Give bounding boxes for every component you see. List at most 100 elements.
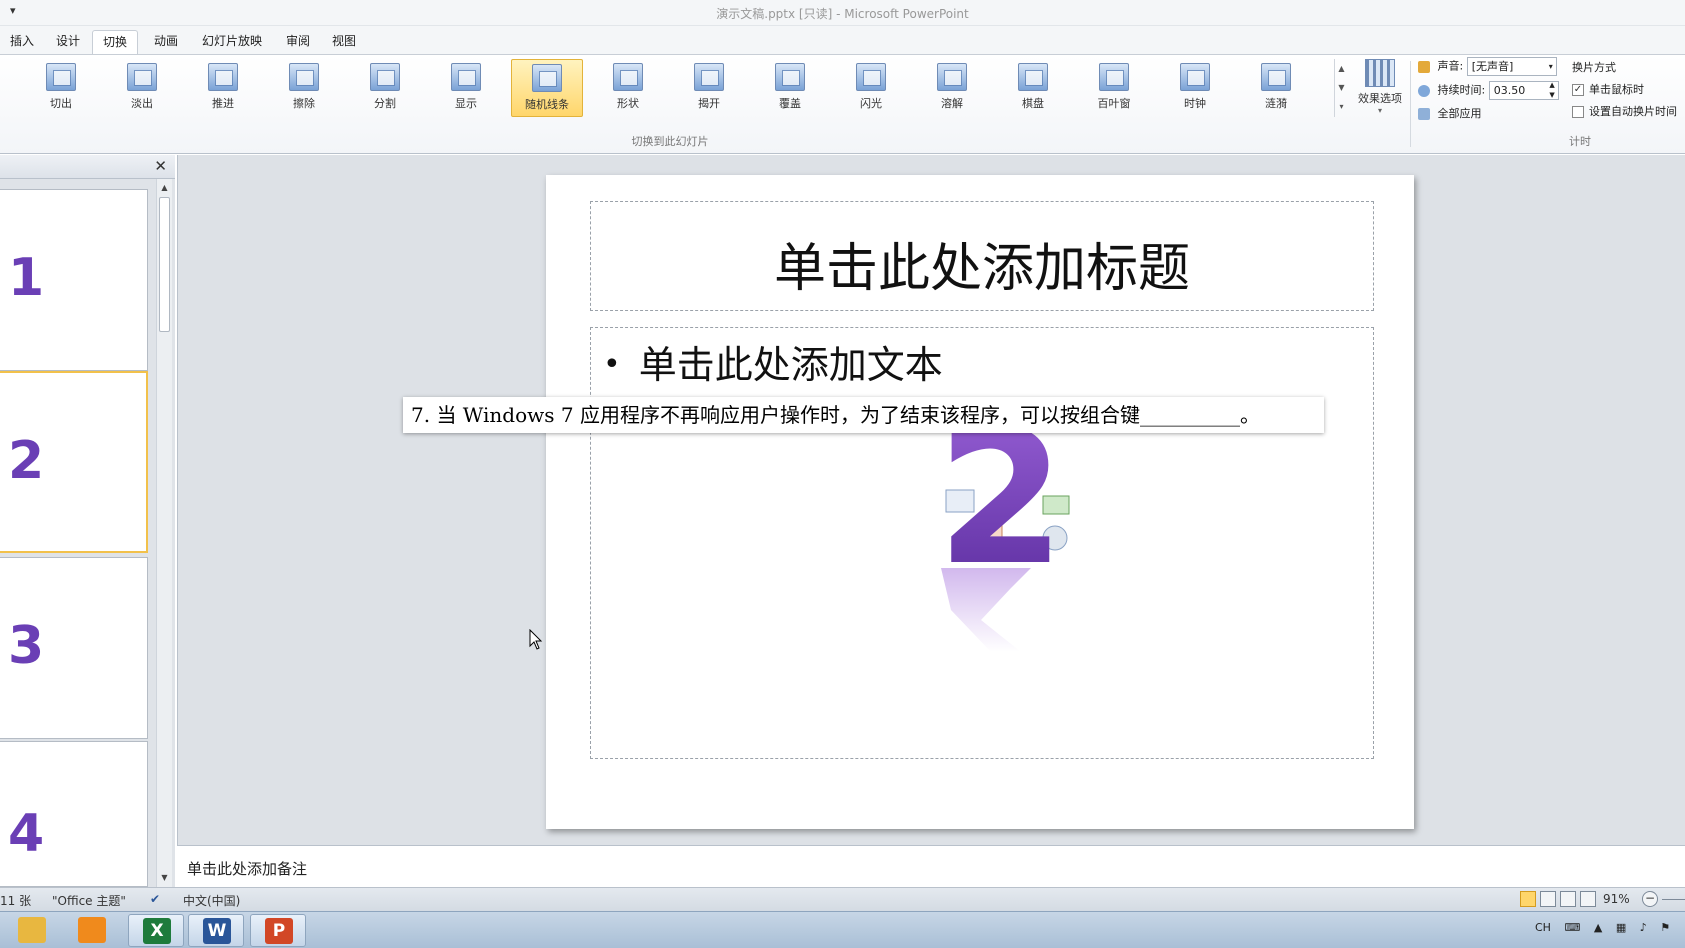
slide-show-view-icon[interactable] — [1580, 891, 1596, 907]
transition-dissolve-button[interactable]: 溶解 — [916, 59, 988, 117]
slide-thumbnail[interactable]: 1 — [0, 189, 148, 371]
title-bar: ▾ 演示文稿.pptx [只读] - Microsoft PowerPoint — [0, 0, 1685, 26]
taskbar-media-player-button[interactable] — [64, 914, 120, 947]
taskbar-word-button[interactable]: W — [188, 914, 244, 947]
group-divider — [1410, 61, 1411, 147]
duration-input[interactable]: 03.50 ▲ ▼ — [1488, 80, 1559, 100]
notes-pane[interactable]: 单击此处添加备注 — [177, 845, 1685, 887]
transition-label: 显示 — [455, 97, 477, 110]
tab-animations[interactable]: 动画 — [144, 30, 188, 54]
tab-transitions[interactable]: 切换 — [92, 30, 139, 54]
on-click-check-icon[interactable]: ✓ — [1572, 84, 1584, 96]
slide-sorter-view-icon[interactable] — [1540, 891, 1556, 907]
thumbnail-number: 2 — [8, 431, 45, 491]
input-language[interactable]: CH — [1535, 921, 1551, 934]
slide-thumbnail[interactable]: 3 — [0, 557, 148, 739]
transition-label: 百叶窗 — [1097, 97, 1131, 110]
window-title: 演示文稿.pptx [只读] - Microsoft PowerPoint — [716, 7, 969, 21]
gallery-up-icon[interactable]: ▲ — [1335, 59, 1348, 78]
gallery-more-icon[interactable]: ▾ — [1335, 97, 1348, 116]
spellcheck-icon[interactable]: ✔ — [150, 892, 160, 906]
auto-advance-checkbox[interactable]: 设置自动换片时间 — [1572, 103, 1677, 119]
transition-fade-button[interactable]: 淡出 — [106, 59, 178, 117]
transition-push-button[interactable]: 推进 — [187, 59, 259, 117]
flag-icon[interactable]: ⚑ — [1660, 921, 1670, 934]
zoom-slider[interactable] — [1662, 899, 1685, 900]
tab-insert[interactable]: 插入 — [0, 30, 44, 54]
taskbar-excel-button[interactable]: X — [128, 914, 184, 947]
push-transition-icon — [208, 63, 238, 91]
transition-label: 淡出 — [131, 97, 153, 110]
reading-view-icon[interactable] — [1560, 891, 1576, 907]
random-bars-transition-icon — [532, 64, 562, 92]
zoom-out-icon[interactable]: − — [1642, 891, 1658, 907]
timing-group-label: 计时 — [1569, 135, 1591, 148]
content-placeholder[interactable]: • 单击此处添加文本 2 — [590, 327, 1374, 759]
transition-label: 切出 — [50, 97, 72, 110]
zoom-level[interactable]: 91% — [1603, 892, 1630, 906]
scroll-down-icon[interactable]: ▼ — [157, 871, 172, 885]
slide-count: 11 张 — [0, 894, 32, 908]
slide-thumbnail[interactable]: 2 — [0, 371, 148, 553]
scroll-up-icon[interactable]: ▲ — [157, 181, 172, 195]
tab-view[interactable]: 视图 — [322, 30, 366, 54]
duration-value: 03.50 — [1493, 84, 1526, 97]
scroll-handle[interactable] — [159, 197, 170, 332]
taskbar-powerpoint-button[interactable]: P — [250, 914, 306, 947]
transition-random-bars-button[interactable]: 随机线条 — [511, 59, 583, 117]
stepper-icon[interactable]: ▲ ▼ — [1549, 80, 1554, 100]
apply-all-button[interactable]: 全部应用 — [1418, 105, 1482, 121]
reveal-transition-icon — [451, 63, 481, 91]
graphic-reflection — [941, 568, 1031, 652]
gallery-down-icon[interactable]: ▼ — [1335, 78, 1348, 97]
effect-options-label: 效果选项 — [1358, 92, 1402, 105]
transition-split-button[interactable]: 分割 — [349, 59, 421, 117]
ribbon-tabs: 插入 设计 切换 动画 幻灯片放映 审阅 视图 — [0, 26, 1685, 54]
network-icon[interactable]: ▦ — [1616, 921, 1626, 934]
content-insert-icons[interactable]: 2 — [931, 420, 1071, 670]
transition-cover-button[interactable]: 覆盖 — [754, 59, 826, 117]
thumbnail-number: 3 — [8, 616, 45, 676]
transition-checkerboard-button[interactable]: 棋盘 — [997, 59, 1069, 117]
transition-label: 涟漪 — [1265, 97, 1287, 110]
slide-thumbnail[interactable]: 4 — [0, 741, 148, 887]
tab-design[interactable]: 设计 — [46, 30, 90, 54]
close-icon[interactable]: ✕ — [154, 157, 167, 175]
keyboard-icon[interactable]: ⌨ — [1564, 921, 1580, 934]
auto-advance-label: 设置自动换片时间 — [1589, 105, 1677, 118]
slide-canvas: 单击此处添加标题 • 单击此处添加文本 2 — [546, 175, 1414, 829]
transition-ripple-button[interactable]: 涟漪 — [1240, 59, 1312, 117]
thumbnail-scrollbar[interactable]: ▲ ▼ — [156, 179, 172, 887]
transition-label: 覆盖 — [779, 97, 801, 110]
transition-cut-button[interactable]: 切出 — [25, 59, 97, 117]
on-mouse-click-checkbox[interactable]: ✓ 单击鼠标时 — [1572, 81, 1644, 97]
language-indicator[interactable]: 中文(中国) — [183, 892, 240, 909]
auto-advance-check-icon[interactable] — [1572, 106, 1584, 118]
transition-uncover-button[interactable]: 揭开 — [673, 59, 745, 117]
transition-clock-button[interactable]: 时钟 — [1159, 59, 1231, 117]
advance-slide-header: 换片方式 — [1572, 61, 1616, 74]
transition-shape-button[interactable]: 形状 — [592, 59, 664, 117]
ripple-transition-icon — [1261, 63, 1291, 91]
title-placeholder[interactable]: 单击此处添加标题 — [590, 201, 1374, 311]
tab-review[interactable]: 审阅 — [276, 30, 320, 54]
title-placeholder-text: 单击此处添加标题 — [773, 239, 1190, 299]
tray-expand-icon[interactable]: ▲ — [1594, 921, 1602, 934]
cover-transition-icon — [775, 63, 805, 91]
transition-wipe-button[interactable]: 擦除 — [268, 59, 340, 117]
powerpoint-icon: P — [265, 918, 293, 944]
transition-reveal-button[interactable]: 显示 — [430, 59, 502, 117]
sound-value: [无声音] — [1471, 60, 1514, 73]
clock-icon — [1418, 84, 1430, 97]
effect-options-button[interactable]: 效果选项 ▾ — [1352, 57, 1408, 129]
transition-flash-button[interactable]: 闪光 — [835, 59, 907, 117]
sound-dropdown[interactable]: [无声音] ▾ — [1466, 57, 1557, 76]
duration-row: 持续时间: 03.50 ▲ ▼ — [1418, 81, 1559, 100]
fade-transition-icon — [127, 63, 157, 91]
gallery-scrollbar[interactable]: ▲ ▼ ▾ — [1334, 59, 1348, 117]
volume-icon[interactable]: ♪ — [1640, 921, 1647, 934]
transition-blinds-button[interactable]: 百叶窗 — [1078, 59, 1150, 117]
taskbar-explorer-button[interactable] — [4, 914, 60, 947]
normal-view-icon[interactable] — [1520, 891, 1536, 907]
tab-slide-show[interactable]: 幻灯片放映 — [192, 30, 272, 54]
